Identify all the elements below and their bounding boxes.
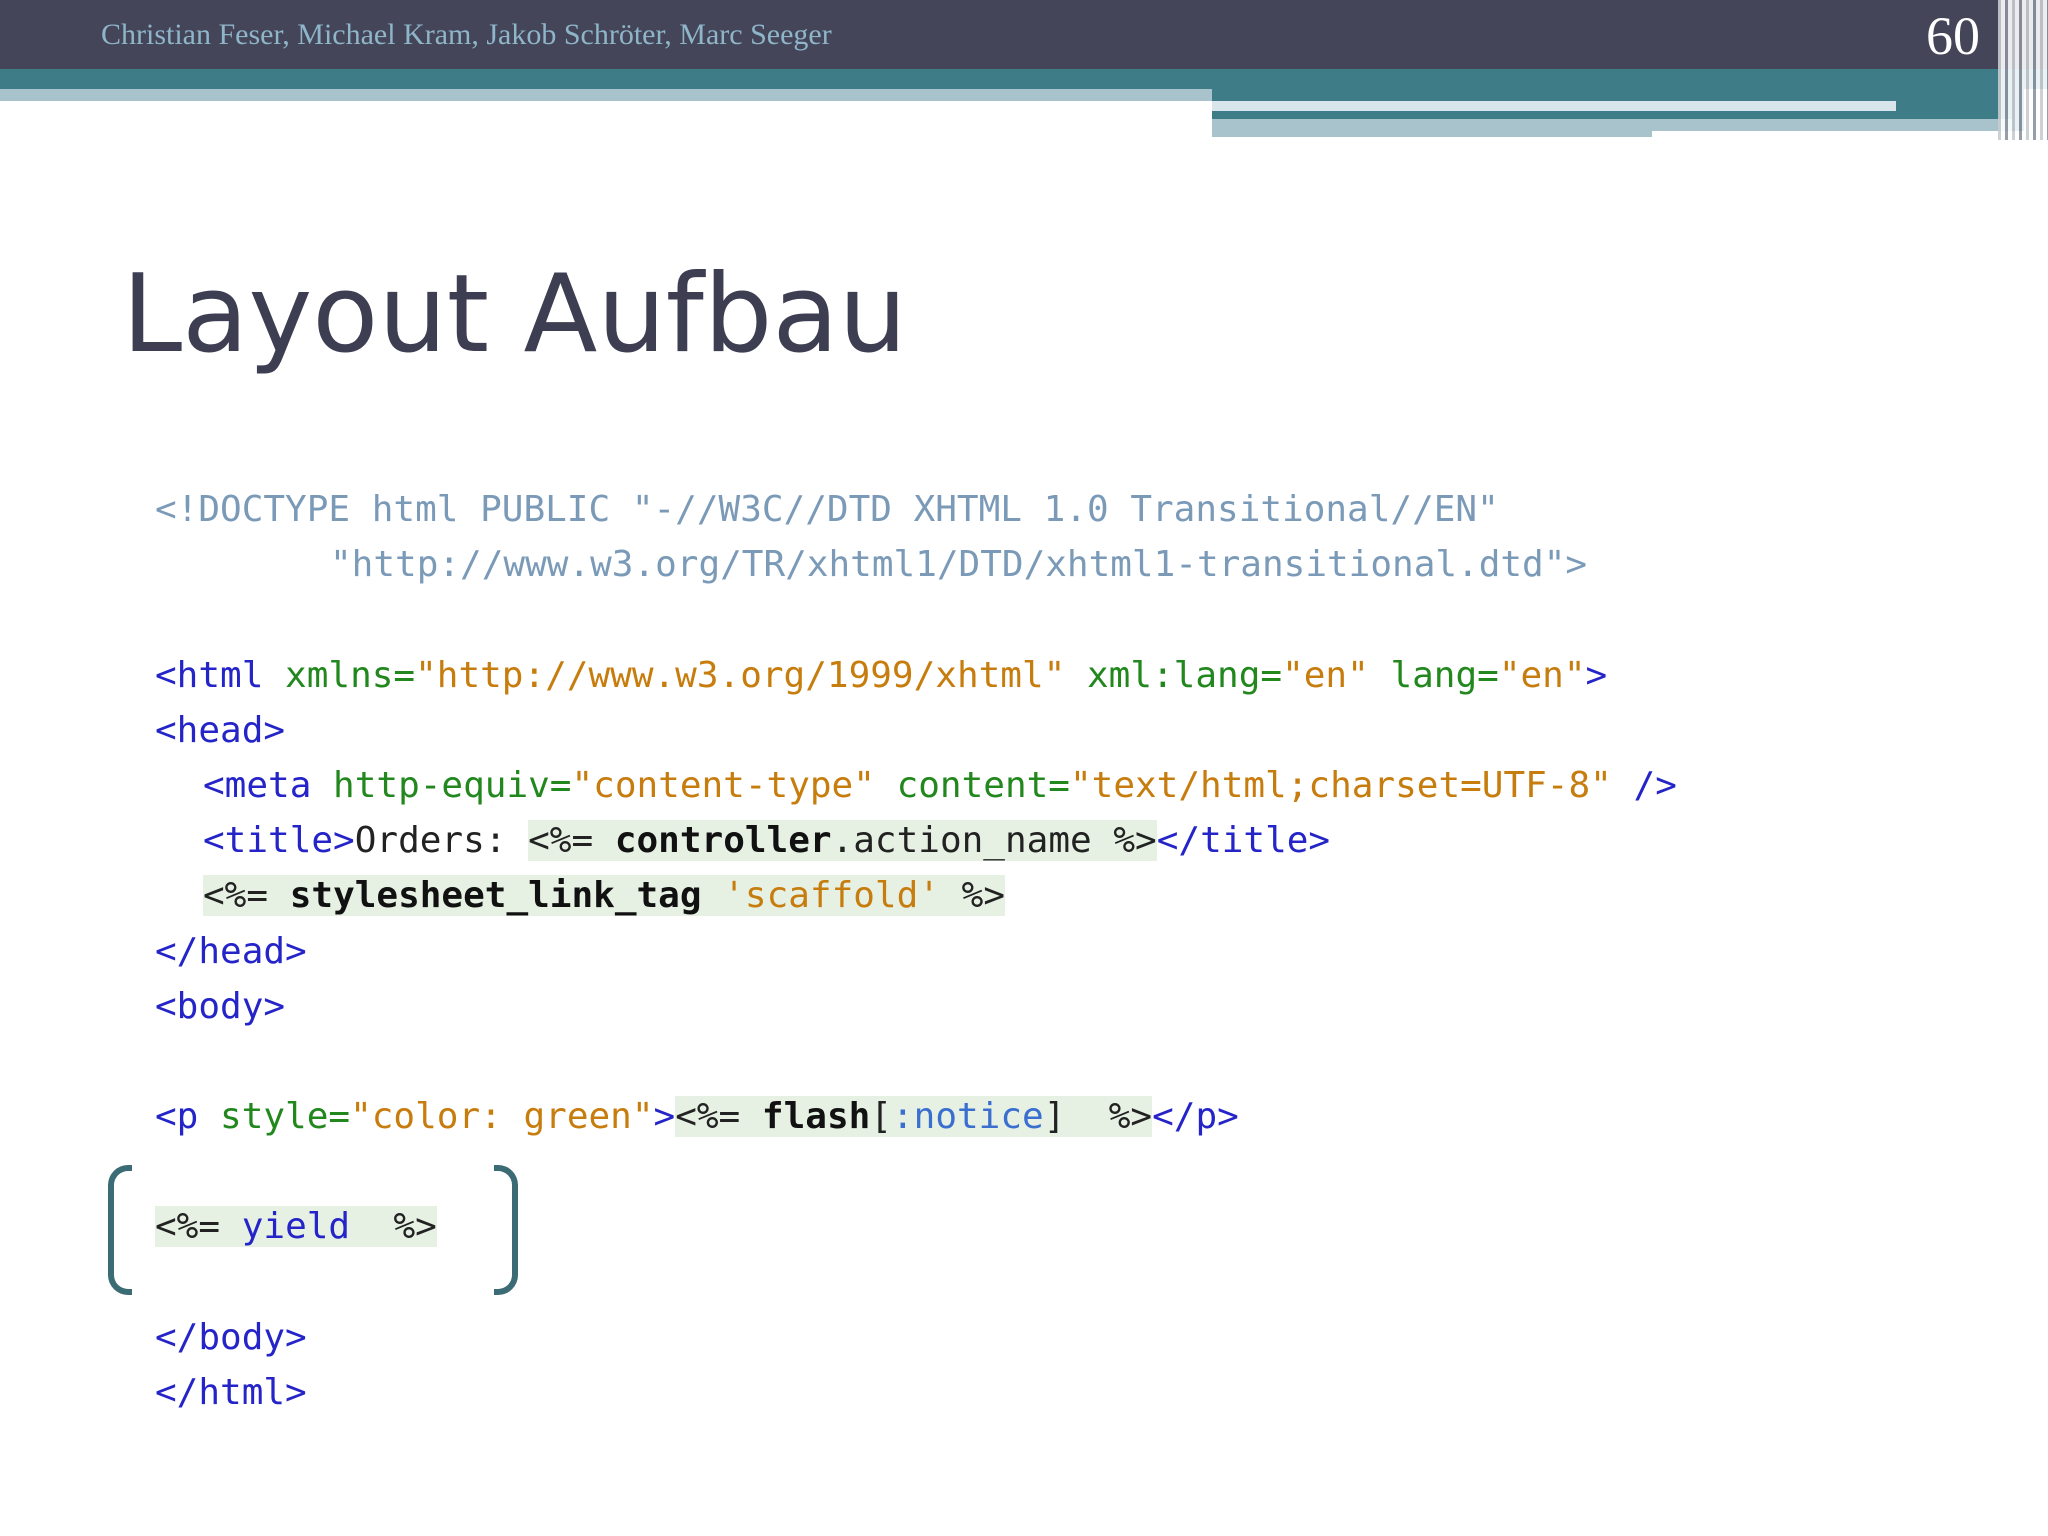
code-erb-highlight: <%= flash[:notice] %> [675, 1096, 1153, 1138]
code-line: <p style="color: green"><%= flash[:notic… [155, 1089, 1677, 1144]
code-tag: > [1585, 654, 1608, 696]
code-tag: </title> [1156, 820, 1331, 862]
code-line: <body> [155, 979, 1677, 1034]
code-ruby: yield [241, 1206, 351, 1248]
code-ruby: stylesheet_link_tag [289, 875, 702, 917]
code-erb: %> [393, 1206, 437, 1248]
code-line: "http://www.w3.org/TR/xhtml1/DTD/xhtml1-… [155, 537, 1677, 592]
code-line: <meta http-equiv="content-type" content=… [155, 758, 1677, 813]
code-erb: <%= [155, 1206, 221, 1248]
code-attr: style= [198, 1096, 351, 1138]
header-accent-strip [1652, 131, 2012, 139]
yield-bracket-left [108, 1165, 132, 1295]
code-tag: <p [155, 1096, 199, 1138]
code-line: </head> [155, 924, 1677, 979]
code-string: "http://www.w3.org/1999/xhtml" [415, 654, 1066, 696]
code-erb-highlight: <%= yield %> [155, 1206, 437, 1248]
code-tag: > [653, 1096, 676, 1138]
code-ruby: controller [614, 820, 832, 862]
code-doctype: <!DOCTYPE html PUBLIC "-//W3C//DTD XHTML… [155, 489, 1499, 530]
code-tag: </html> [155, 1372, 307, 1413]
code-attr: lang= [1368, 654, 1499, 696]
code-erb: %> [961, 875, 1006, 917]
code-line: <%= stylesheet_link_tag 'scaffold' %> [155, 868, 1677, 923]
code-line: </body> [155, 1310, 1677, 1365]
code-attr: content= [874, 764, 1070, 806]
code-tag: </head> [155, 930, 307, 972]
code-ruby: flash [761, 1096, 871, 1138]
code-doctype: "http://www.w3.org/TR/xhtml1/DTD/xhtml1-… [330, 544, 1588, 586]
code-string: green" [523, 1096, 654, 1138]
code-string: "text/html;charset=UTF-8" [1069, 764, 1612, 806]
code-attr: http-equiv= [311, 764, 572, 806]
code-line: <title>Orders: <%= controller.action_nam… [155, 813, 1677, 868]
code-tag: <title> [203, 820, 355, 862]
authors-text: Christian Feser, Michael Kram, Jakob Sch… [101, 18, 832, 51]
code-line: </html> [155, 1365, 1677, 1420]
page-number: 60 [1926, 6, 1980, 66]
code-block: <!DOCTYPE html PUBLIC "-//W3C//DTD XHTML… [155, 482, 1677, 1420]
code-line: <head> [155, 703, 1677, 758]
code-ruby: [ [870, 1096, 892, 1138]
code-attr: xmlns= [263, 654, 416, 696]
code-ruby: .action_name [831, 820, 1092, 862]
code-line: <html xmlns="http://www.w3.org/1999/xhtm… [155, 648, 1677, 703]
code-erb: <%= [203, 875, 269, 917]
code-string: "color: [350, 1096, 524, 1138]
code-erb: %> [1113, 820, 1157, 862]
code-string: "en" [1282, 654, 1369, 696]
code-string: "en" [1498, 654, 1586, 696]
code-erb-highlight: <%= stylesheet_link_tag 'scaffold' %> [203, 875, 1006, 917]
header-bar: Christian Feser, Michael Kram, Jakob Sch… [0, 0, 2048, 69]
code-ruby: ] [1043, 1096, 1066, 1138]
code-line: <%= yield %> [155, 1199, 1677, 1254]
code-tag: <meta [203, 764, 312, 806]
code-erb: <%= [528, 820, 594, 862]
code-erb: %> [1108, 1096, 1153, 1138]
yield-bracket-right [494, 1165, 518, 1295]
header-accent-strip [1212, 101, 1896, 111]
code-tag: /> [1611, 764, 1677, 806]
code-tag: <head> [155, 709, 286, 751]
code-text: Orders: [354, 820, 529, 862]
code-tag: <body> [155, 985, 286, 1027]
header-decorative-lines [1998, 0, 2048, 140]
code-symbol: :notice [891, 1096, 1044, 1138]
header-accent-light [0, 89, 1212, 101]
code-attr: xml:lang= [1065, 654, 1283, 696]
code-tag: </body> [155, 1316, 307, 1358]
code-string: 'scaffold' [723, 875, 940, 917]
code-erb: <%= [675, 1096, 741, 1138]
code-tag: <html [155, 654, 264, 696]
code-string: "content-type" [571, 764, 875, 806]
code-line: <!DOCTYPE html PUBLIC "-//W3C//DTD XHTML… [155, 482, 1677, 537]
code-erb-highlight: <%= controller.action_name %> [528, 820, 1157, 862]
header-accent-band [0, 69, 2048, 89]
code-tag: </p> [1152, 1096, 1239, 1138]
slide-title: Layout Aufbau [122, 252, 908, 377]
